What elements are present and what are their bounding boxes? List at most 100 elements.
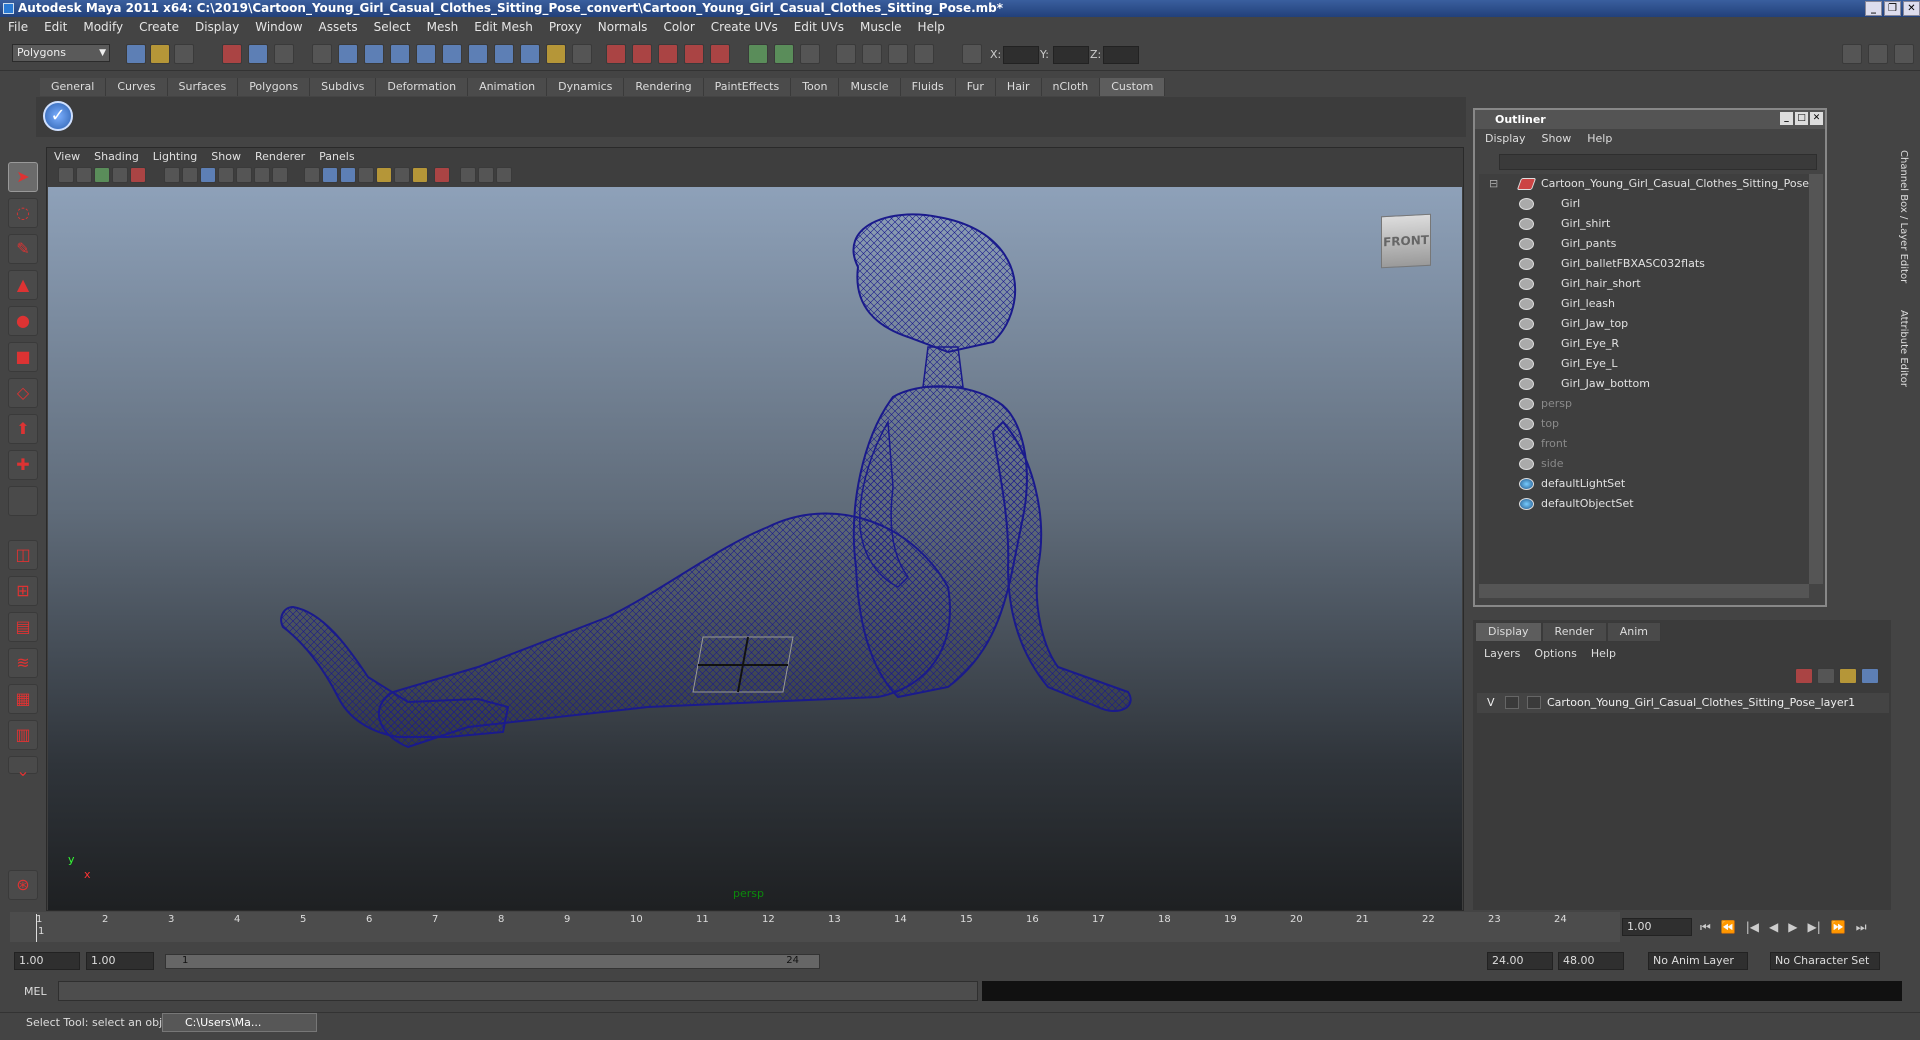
render-view-icon[interactable]	[710, 44, 730, 64]
menu-edit[interactable]: Edit	[44, 20, 67, 34]
shelf-tab-custom[interactable]: Custom	[1100, 78, 1166, 96]
viewport-canvas[interactable]	[48, 187, 1462, 910]
wireframe-mode-icon[interactable]	[304, 167, 320, 183]
four-view-icon[interactable]: ⊞	[8, 576, 38, 606]
go-to-start-button[interactable]: ⏮	[1700, 920, 1711, 935]
outliner-title-bar[interactable]: Outliner _ □ ✕	[1475, 110, 1825, 129]
outliner-persp-icon[interactable]: ▤	[8, 612, 38, 642]
toggle-channel-box-icon[interactable]	[774, 44, 794, 64]
snap-point-icon[interactable]	[364, 44, 384, 64]
outliner-item[interactable]: Girl_Jaw_top	[1519, 314, 1628, 334]
outliner-item[interactable]: persp	[1519, 394, 1572, 414]
manipulator-tool-icon[interactable]: ◇	[8, 378, 38, 408]
menu-file[interactable]: File	[8, 20, 28, 34]
resolution-gate-icon[interactable]	[200, 167, 216, 183]
vp-menu-view[interactable]: View	[54, 150, 80, 163]
minimized-window-item[interactable]: C:\Users\Ma...	[162, 1013, 317, 1032]
close-button[interactable]: ✕	[1903, 1, 1920, 16]
persp-graph-icon[interactable]: ▥	[8, 720, 38, 750]
outliner-menu-help[interactable]: Help	[1587, 132, 1612, 145]
outliner-item[interactable]: Girl_shirt	[1519, 214, 1610, 234]
select-hierarchy-icon[interactable]	[222, 44, 242, 64]
vp-menu-panels[interactable]: Panels	[319, 150, 354, 163]
xray-joints-icon[interactable]	[478, 167, 494, 183]
vp-menu-renderer[interactable]: Renderer	[255, 150, 305, 163]
shelf-tab-toon[interactable]: Toon	[791, 78, 840, 96]
menu-create[interactable]: Create	[139, 20, 179, 34]
input-ops-icon[interactable]	[468, 44, 488, 64]
output-ops-icon[interactable]	[494, 44, 514, 64]
y-field[interactable]	[1053, 46, 1089, 64]
move-tool-icon[interactable]: ▲	[8, 270, 38, 300]
safe-action-icon[interactable]	[254, 167, 270, 183]
shelf-tab-muscle[interactable]: Muscle	[839, 78, 901, 96]
hypershade-icon[interactable]	[684, 44, 704, 64]
outliner-minimize-button[interactable]: _	[1780, 112, 1793, 125]
shadows-icon[interactable]	[412, 167, 428, 183]
step-back-key-button[interactable]: ⏪	[1721, 920, 1736, 935]
outliner-item[interactable]: ⊟	[1489, 174, 1498, 194]
outliner-menu-show[interactable]: Show	[1542, 132, 1572, 145]
step-back-frame-button[interactable]: |◀	[1746, 920, 1759, 935]
outliner-item[interactable]: Girl	[1519, 194, 1580, 214]
layer-from-selection-icon[interactable]	[1817, 668, 1835, 684]
menu-muscle[interactable]: Muscle	[860, 20, 902, 34]
shelf-tab-surfaces[interactable]: Surfaces	[167, 78, 239, 96]
shelf-tab-hair[interactable]: Hair	[995, 78, 1042, 96]
shelf-tab-ncloth[interactable]: nCloth	[1041, 78, 1101, 96]
new-scene-icon[interactable]	[126, 44, 146, 64]
play-backwards-button[interactable]: ◀	[1769, 920, 1778, 935]
attribute-editor-tab[interactable]: Attribute Editor	[1898, 310, 1909, 387]
field-chart-icon[interactable]	[236, 167, 252, 183]
mel-label[interactable]: MEL	[24, 985, 47, 998]
z-field[interactable]	[1103, 46, 1139, 64]
safe-title-icon[interactable]	[272, 167, 288, 183]
step-forward-key-button[interactable]: ⏩	[1831, 920, 1846, 935]
wireframe-icon[interactable]	[862, 44, 882, 64]
select-tool-icon[interactable]: ➤	[8, 162, 38, 192]
save-scene-icon[interactable]	[174, 44, 194, 64]
texture-icon[interactable]	[914, 44, 934, 64]
menu-set-dropdown[interactable]: Polygons ▼	[12, 44, 110, 62]
hypergraph-persp-icon[interactable]: ▦	[8, 684, 38, 714]
vp-menu-lighting[interactable]: Lighting	[153, 150, 197, 163]
snap-grid-icon[interactable]	[312, 44, 332, 64]
last-tool-icon[interactable]: ✚	[8, 450, 38, 480]
outliner-item[interactable]: Girl_Jaw_bottom	[1519, 374, 1650, 394]
all-lights-icon[interactable]	[394, 167, 410, 183]
layout-icon[interactable]	[1842, 44, 1862, 64]
film-gate-icon[interactable]	[182, 167, 198, 183]
shelf-tab-deformation[interactable]: Deformation	[376, 78, 469, 96]
shelf-tab-painteffects[interactable]: PaintEffects	[703, 78, 792, 96]
shelf-tab-fluids[interactable]: Fluids	[900, 78, 956, 96]
menu-help[interactable]: Help	[918, 20, 945, 34]
2d-pan-icon[interactable]	[130, 167, 146, 183]
menu-display[interactable]: Display	[195, 20, 239, 34]
graph-persp-icon[interactable]: ≋	[8, 648, 38, 678]
ipr-render-icon[interactable]	[632, 44, 652, 64]
toggle-attribute-icon[interactable]	[748, 44, 768, 64]
history-icon[interactable]	[442, 44, 462, 64]
tab-render[interactable]: Render	[1541, 622, 1607, 642]
vp-menu-show[interactable]: Show	[211, 150, 241, 163]
mel-input[interactable]	[58, 981, 978, 1001]
move-layer-up-icon[interactable]	[1839, 668, 1857, 684]
range-slider[interactable]: 1 24	[165, 954, 820, 969]
outliner-item[interactable]: Girl_balletFBXASC032flats	[1519, 254, 1705, 274]
shelf-tab-animation[interactable]: Animation	[468, 78, 548, 96]
layouts-more-icon[interactable]: ⌄	[8, 756, 38, 780]
menu-proxy[interactable]: Proxy	[549, 20, 582, 34]
menu-select[interactable]: Select	[374, 20, 411, 34]
construction-history-icon[interactable]	[572, 44, 592, 64]
outliner-item[interactable]: side	[1519, 454, 1564, 474]
tab-display[interactable]: Display	[1475, 622, 1542, 642]
lock-icon[interactable]	[546, 44, 566, 64]
camera-icon[interactable]	[836, 44, 856, 64]
shelf-tab-rendering[interactable]: Rendering	[624, 78, 704, 96]
menu-modify[interactable]: Modify	[83, 20, 123, 34]
image-plane-icon[interactable]	[112, 167, 128, 183]
tab-anim[interactable]: Anim	[1606, 622, 1661, 642]
gate-mask-icon[interactable]	[218, 167, 234, 183]
layer-color-swatch[interactable]	[1527, 696, 1541, 709]
menu-edit-uvs[interactable]: Edit UVs	[794, 20, 844, 34]
